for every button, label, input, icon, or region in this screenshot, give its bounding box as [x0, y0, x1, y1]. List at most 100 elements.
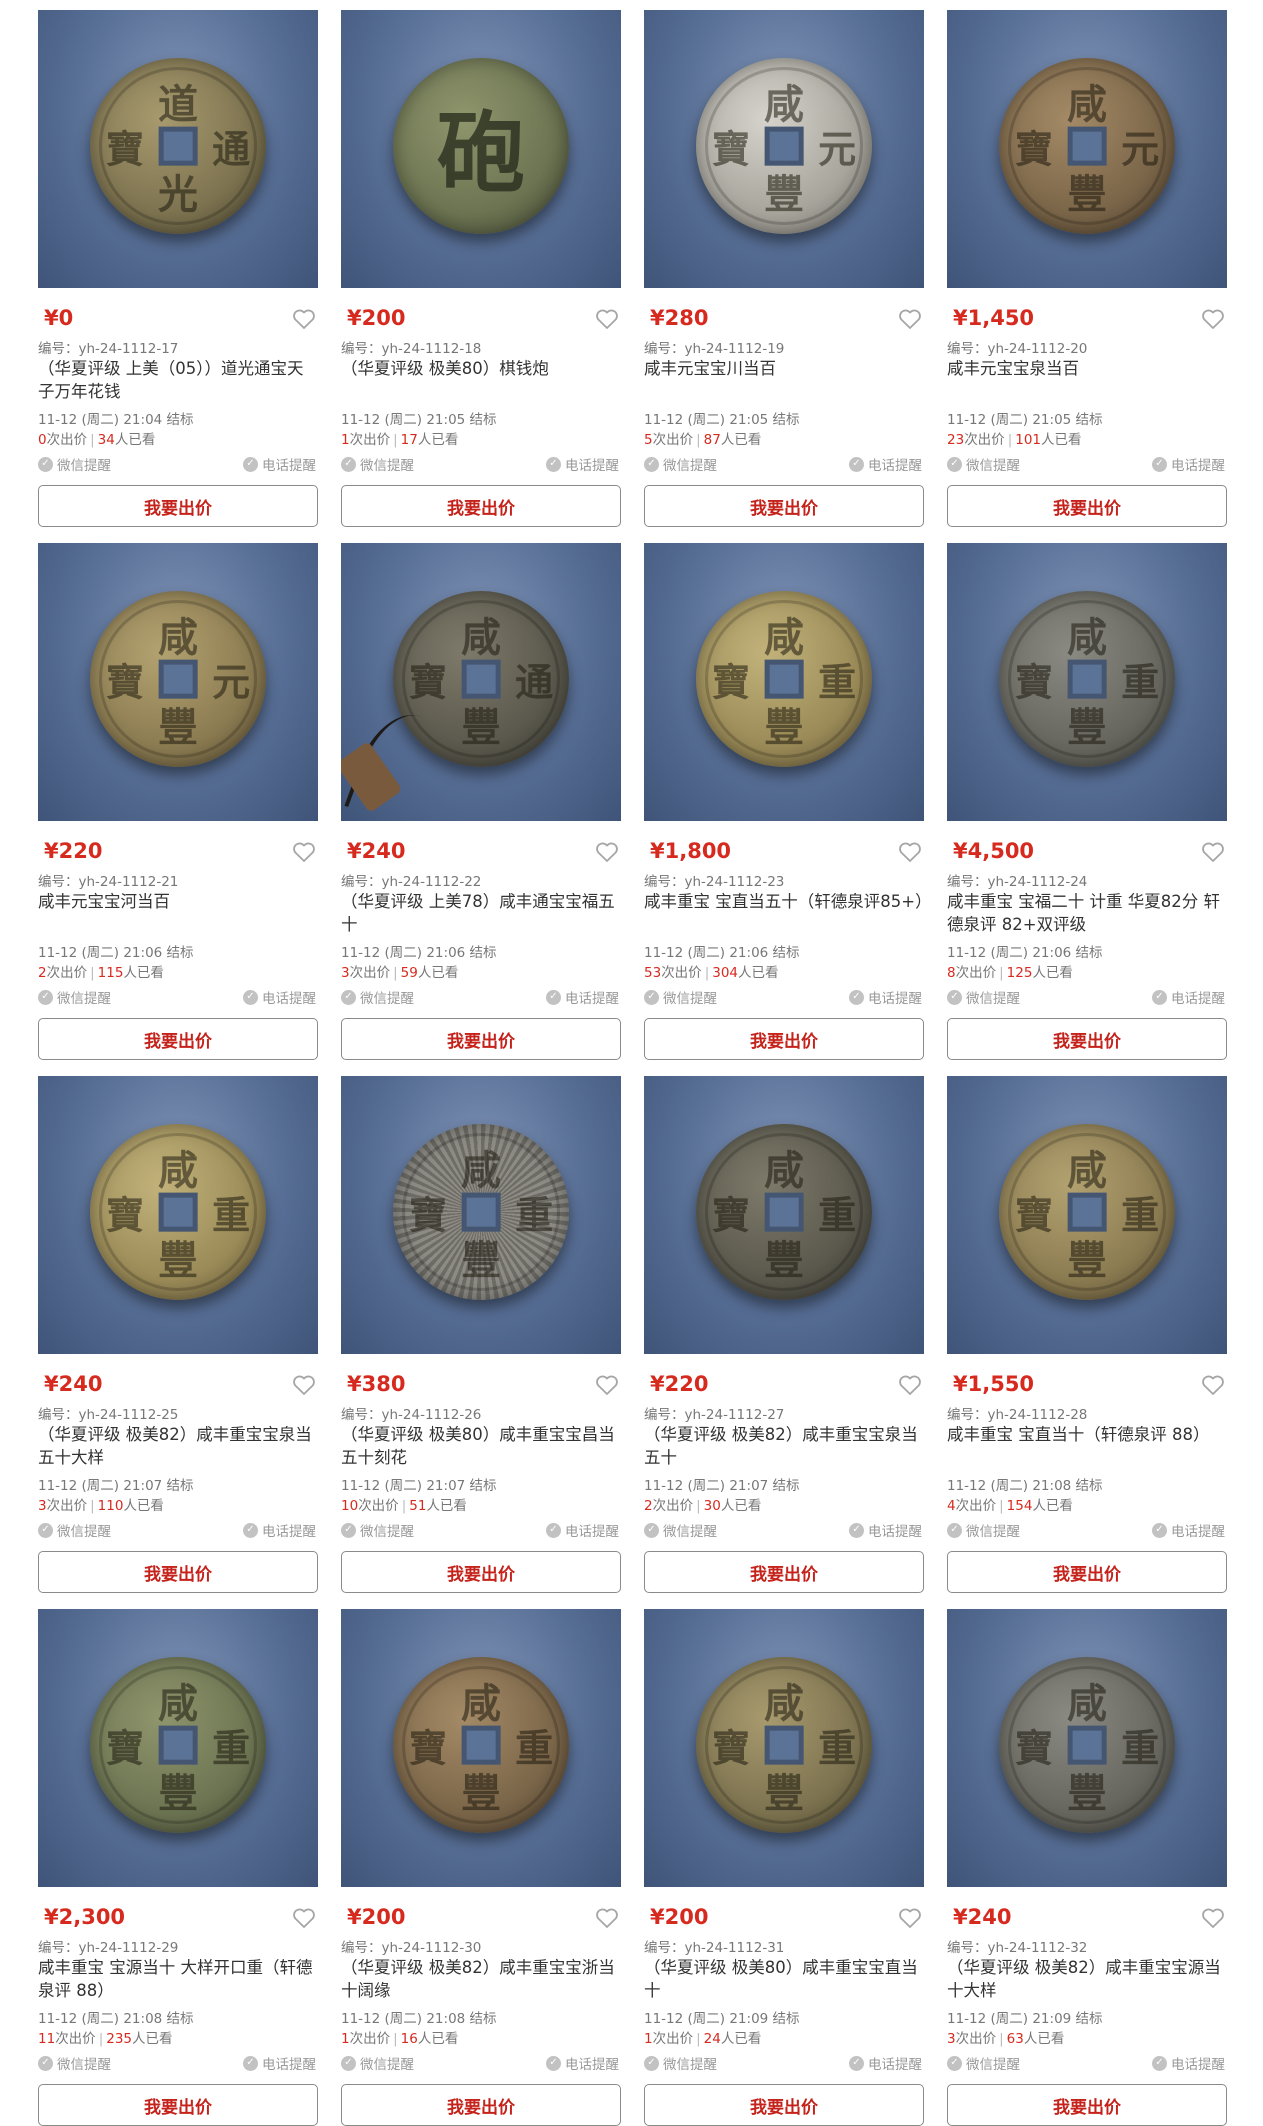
place-bid-button[interactable]: 我要出价 [341, 2084, 621, 2126]
phone-reminder[interactable]: ✓ 电话提醒 [849, 1520, 922, 1540]
favorite-heart-icon[interactable] [1201, 1374, 1225, 1396]
place-bid-button[interactable]: 我要出价 [341, 485, 621, 527]
favorite-heart-icon[interactable] [595, 841, 619, 863]
wechat-reminder[interactable]: ✓ 微信提醒 [38, 1520, 111, 1540]
phone-reminder[interactable]: ✓ 电话提醒 [849, 2053, 922, 2073]
phone-reminder[interactable]: ✓ 电话提醒 [546, 2053, 619, 2073]
lot-title[interactable]: （华夏评级 上美（05））道光通宝天子万年花钱 [38, 357, 318, 403]
lot-title[interactable]: （华夏评级 极美80）咸丰重宝宝昌当五十刻花 [341, 1423, 621, 1469]
lot-photo[interactable]: 咸 豐 通 寶 [341, 543, 621, 821]
place-bid-button[interactable]: 我要出价 [38, 2084, 318, 2126]
lot-title[interactable]: 咸丰重宝 宝源当十 大样开口重（轩德泉评 88） [38, 1956, 318, 2002]
wechat-reminder[interactable]: ✓ 微信提醒 [644, 2053, 717, 2073]
place-bid-button[interactable]: 我要出价 [38, 485, 318, 527]
phone-reminder[interactable]: ✓ 电话提醒 [546, 987, 619, 1007]
wechat-reminder[interactable]: ✓ 微信提醒 [947, 987, 1020, 1007]
wechat-reminder[interactable]: ✓ 微信提醒 [644, 987, 717, 1007]
phone-reminder[interactable]: ✓ 电话提醒 [1152, 454, 1225, 474]
lot-title[interactable]: （华夏评级 极美82）咸丰重宝宝泉当五十 [644, 1423, 924, 1469]
place-bid-button[interactable]: 我要出价 [947, 2084, 1227, 2126]
phone-reminder[interactable]: ✓ 电话提醒 [849, 987, 922, 1007]
coin-glyph-left: 寶 [711, 126, 750, 172]
lot-photo[interactable]: 咸 豐 重 寶 [644, 1076, 924, 1354]
wechat-reminder[interactable]: ✓ 微信提醒 [341, 2053, 414, 2073]
place-bid-button[interactable]: 我要出价 [644, 1551, 924, 1593]
wechat-reminder[interactable]: ✓ 微信提醒 [341, 1520, 414, 1540]
lot-title[interactable]: （华夏评级 极美82）咸丰重宝宝泉当五十大样 [38, 1423, 318, 1469]
favorite-heart-icon[interactable] [898, 308, 922, 330]
lot-title[interactable]: （华夏评级 极美80）咸丰重宝宝直当十 [644, 1956, 924, 2002]
place-bid-button[interactable]: 我要出价 [341, 1551, 621, 1593]
favorite-heart-icon[interactable] [595, 1374, 619, 1396]
lot-title[interactable]: （华夏评级 极美82）咸丰重宝宝源当十大样 [947, 1956, 1227, 2002]
phone-reminder[interactable]: ✓ 电话提醒 [1152, 987, 1225, 1007]
lot-title[interactable]: 咸丰重宝 宝直当十（轩德泉评 88） [947, 1423, 1227, 1469]
lot-photo[interactable]: 咸 豐 重 寶 [341, 1076, 621, 1354]
lot-photo[interactable]: 咸 豐 元 寶 [38, 543, 318, 821]
wechat-reminder[interactable]: ✓ 微信提醒 [644, 1520, 717, 1540]
place-bid-button[interactable]: 我要出价 [947, 1018, 1227, 1060]
lot-title[interactable]: （华夏评级 上美78）咸丰通宝宝福五十 [341, 890, 621, 936]
place-bid-button[interactable]: 我要出价 [644, 2084, 924, 2126]
wechat-reminder[interactable]: ✓ 微信提醒 [38, 454, 111, 474]
phone-reminder[interactable]: ✓ 电话提醒 [1152, 2053, 1225, 2073]
phone-reminder[interactable]: ✓ 电话提醒 [243, 454, 316, 474]
lot-photo[interactable]: 咸 豐 重 寶 [947, 1076, 1227, 1354]
place-bid-button[interactable]: 我要出价 [38, 1551, 318, 1593]
lot-photo[interactable]: 道 光 通 寶 [38, 10, 318, 288]
favorite-heart-icon[interactable] [595, 1907, 619, 1929]
lot-title[interactable]: 咸丰元宝宝河当百 [38, 890, 318, 936]
check-circle-icon: ✓ [546, 456, 561, 472]
lot-photo[interactable]: 咸 豐 重 寶 [947, 1609, 1227, 1887]
favorite-heart-icon[interactable] [1201, 1907, 1225, 1929]
place-bid-button[interactable]: 我要出价 [947, 485, 1227, 527]
favorite-heart-icon[interactable] [292, 1374, 316, 1396]
lot-photo[interactable]: 咸 豐 重 寶 [947, 543, 1227, 821]
favorite-heart-icon[interactable] [898, 1907, 922, 1929]
lot-photo[interactable]: 咸 豐 元 寶 [947, 10, 1227, 288]
lot-photo[interactable]: 咸 豐 元 寶 [644, 10, 924, 288]
lot-photo[interactable]: 砲 [341, 10, 621, 288]
lot-title[interactable]: （华夏评级 极美80）棋钱炮 [341, 357, 621, 403]
lot-photo[interactable]: 咸 豐 重 寶 [341, 1609, 621, 1887]
favorite-heart-icon[interactable] [595, 308, 619, 330]
wechat-reminder[interactable]: ✓ 微信提醒 [341, 454, 414, 474]
lot-photo[interactable]: 咸 豐 重 寶 [38, 1609, 318, 1887]
lot-photo[interactable]: 咸 豐 重 寶 [644, 1609, 924, 1887]
favorite-heart-icon[interactable] [1201, 308, 1225, 330]
lot-title[interactable]: 咸丰元宝宝川当百 [644, 357, 924, 403]
place-bid-button[interactable]: 我要出价 [644, 1018, 924, 1060]
lot-title[interactable]: 咸丰元宝宝泉当百 [947, 357, 1227, 403]
wechat-reminder[interactable]: ✓ 微信提醒 [947, 2053, 1020, 2073]
wechat-reminder[interactable]: ✓ 微信提醒 [947, 1520, 1020, 1540]
phone-reminder[interactable]: ✓ 电话提醒 [243, 1520, 316, 1540]
favorite-heart-icon[interactable] [292, 308, 316, 330]
lot-title[interactable]: 咸丰重宝 宝直当五十（轩德泉评85+） [644, 890, 924, 936]
phone-reminder[interactable]: ✓ 电话提醒 [243, 987, 316, 1007]
favorite-heart-icon[interactable] [292, 841, 316, 863]
favorite-heart-icon[interactable] [292, 1907, 316, 1929]
phone-reminder[interactable]: ✓ 电话提醒 [1152, 1520, 1225, 1540]
wechat-reminder[interactable]: ✓ 微信提醒 [644, 454, 717, 474]
phone-reminder[interactable]: ✓ 电话提醒 [243, 2053, 316, 2073]
lot-title[interactable]: 咸丰重宝 宝福二十 计重 华夏82分 轩德泉评 82+双评级 [947, 890, 1227, 936]
wechat-reminder[interactable]: ✓ 微信提醒 [947, 454, 1020, 474]
place-bid-button[interactable]: 我要出价 [38, 1018, 318, 1060]
phone-reminder[interactable]: ✓ 电话提醒 [546, 454, 619, 474]
favorite-heart-icon[interactable] [1201, 841, 1225, 863]
phone-reminder[interactable]: ✓ 电话提醒 [849, 454, 922, 474]
phone-reminder[interactable]: ✓ 电话提醒 [546, 1520, 619, 1540]
wechat-reminder[interactable]: ✓ 微信提醒 [38, 2053, 111, 2073]
favorite-heart-icon[interactable] [898, 841, 922, 863]
place-bid-button[interactable]: 我要出价 [947, 1551, 1227, 1593]
view-count: 16 [400, 2031, 418, 2047]
lot-photo[interactable]: 咸 豐 重 寶 [38, 1076, 318, 1354]
place-bid-button[interactable]: 我要出价 [644, 485, 924, 527]
wechat-reminder[interactable]: ✓ 微信提醒 [38, 987, 111, 1007]
lot-photo[interactable]: 咸 豐 重 寶 [644, 543, 924, 821]
wechat-reminder[interactable]: ✓ 微信提醒 [341, 987, 414, 1007]
lot-title[interactable]: （华夏评级 极美82）咸丰重宝宝浙当十阔缘 [341, 1956, 621, 2002]
place-bid-button[interactable]: 我要出价 [341, 1018, 621, 1060]
coin-glyph-left: 寶 [1014, 126, 1053, 172]
favorite-heart-icon[interactable] [898, 1374, 922, 1396]
